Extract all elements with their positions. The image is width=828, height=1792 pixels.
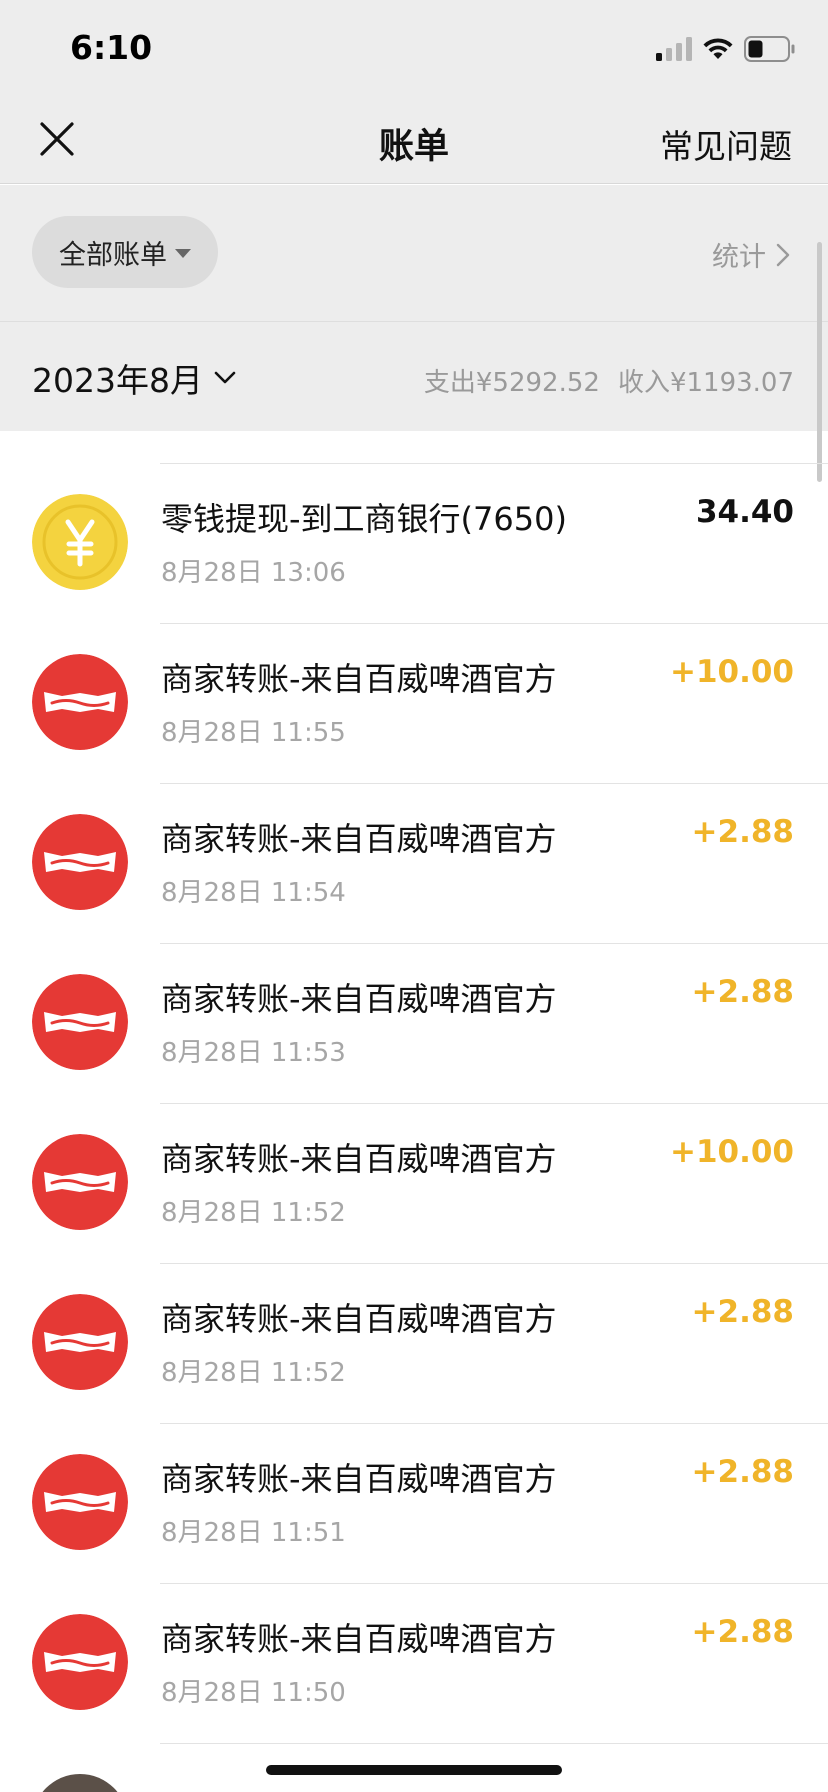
transaction-title: 零钱提现-到工商银行(7650) [161, 500, 567, 538]
transaction-amount: +2.88 [691, 974, 794, 1010]
transaction-row[interactable]: 商家转账-来自百威啤酒官方 8月28日 11:55 +10.00 [0, 624, 828, 784]
transaction-title: 商家转账-来自百威啤酒官方 [161, 1620, 557, 1658]
transaction-row[interactable]: 商家转账-来自百威啤酒官方 8月28日 11:50 +2.88 [0, 1584, 828, 1744]
chevron-right-icon [776, 243, 790, 266]
transaction-title: 商家转账-来自百威啤酒官方 [161, 1140, 557, 1178]
budweiser-logo [32, 654, 128, 750]
transaction-time: 8月28日 11:51 [161, 1518, 346, 1548]
status-bar: 6:10 [0, 0, 828, 96]
transaction-amount: +2.88 [691, 1294, 794, 1330]
wifi-icon [703, 38, 733, 59]
faq-link[interactable]: 常见问题 [660, 120, 792, 168]
transaction-title: 商家转账-来自百威啤酒官方 [161, 1300, 557, 1338]
scrollbar[interactable] [817, 242, 822, 482]
month-summary-bar: 2023年8月 支出¥5292.52 收入¥1193.07 [0, 321, 828, 431]
budweiser-logo [32, 974, 128, 1070]
month-totals: 支出¥5292.52 收入¥1193.07 [424, 362, 794, 399]
bill-filter-label: 全部账单 [59, 239, 167, 271]
avatar [32, 1614, 128, 1710]
avatar [32, 494, 128, 590]
transaction-time: 8月28日 13:06 [161, 558, 346, 588]
budweiser-logo [32, 1134, 128, 1230]
transaction-row[interactable]: 商家转账-来自百威啤酒官方 8月28日 11:51 +2.88 [0, 1424, 828, 1584]
budweiser-logo [32, 814, 128, 910]
filter-bar: 全部账单 统计 [0, 185, 828, 321]
transaction-amount: +2.88 [691, 814, 794, 850]
month-income: 收入¥1193.07 [617, 368, 794, 398]
budweiser-logo [32, 1294, 128, 1390]
avatar [32, 814, 128, 910]
cellular-signal-icon [656, 37, 692, 61]
transaction-title: 商家转账-来自百威啤酒官方 [161, 660, 557, 698]
avatar [32, 654, 128, 750]
avatar [32, 1774, 128, 1792]
transaction-row[interactable]: 零钱提现-到工商银行(7650) 8月28日 13:06 34.40 [0, 464, 828, 624]
yuan-coin-icon [32, 494, 128, 590]
transaction-amount: 34.40 [695, 494, 794, 530]
transaction-time: 8月28日 11:52 [161, 1198, 346, 1228]
status-time: 6:10 [70, 28, 153, 67]
chevron-down-icon [214, 371, 236, 384]
transaction-amount: +10.00 [669, 654, 794, 690]
transaction-time: 8月28日 11:53 [161, 1038, 346, 1068]
avatar [32, 974, 128, 1070]
transaction-title: 商家转账-来自百威啤酒官方 [161, 1460, 557, 1498]
month-expense: 支出¥5292.52 [423, 368, 600, 398]
transaction-amount: +2.88 [691, 1614, 794, 1650]
transaction-title: 商家转账-来自百威啤酒官方 [161, 820, 557, 858]
caret-down-icon [175, 248, 191, 258]
transaction-row[interactable]: 商家转账-来自百威啤酒官方 8月28日 11:53 +2.88 [0, 944, 828, 1104]
transaction-row[interactable]: 商家转账-来自百威啤酒官方 8月28日 11:54 +2.88 [0, 784, 828, 944]
battery-icon [744, 36, 795, 62]
navigation-bar: 账单 常见问题 [0, 96, 828, 184]
transaction-row[interactable]: 商家转账-来自百威啤酒官方 8月28日 11:52 +2.88 [0, 1264, 828, 1424]
transaction-amount: +10.00 [669, 1134, 794, 1170]
transaction-row[interactable]: 商家转账-来自百威啤酒官方 8月28日 11:52 +10.00 [0, 1104, 828, 1264]
transaction-time: 8月28日 11:54 [161, 878, 346, 908]
status-icons [656, 34, 796, 64]
avatar [32, 1294, 128, 1390]
month-label: 2023年8月 [32, 361, 203, 400]
transaction-time: 8月28日 11:50 [161, 1678, 346, 1708]
avatar [32, 1454, 128, 1550]
budweiser-logo [32, 1614, 128, 1710]
transaction-title: 商家转账-来自百威啤酒官方 [161, 980, 557, 1018]
bill-filter-dropdown[interactable]: 全部账单 [32, 216, 218, 288]
transaction-time: 8月28日 11:55 [161, 718, 346, 748]
statistics-label: 统计 [712, 242, 766, 273]
month-picker[interactable]: 2023年8月 [32, 354, 237, 402]
home-indicator [266, 1765, 562, 1775]
transaction-time: 8月28日 11:52 [161, 1358, 346, 1388]
avatar [32, 1134, 128, 1230]
budweiser-logo [32, 1454, 128, 1550]
statistics-link[interactable]: 统计 [712, 235, 790, 274]
transaction-amount: +2.88 [691, 1454, 794, 1490]
